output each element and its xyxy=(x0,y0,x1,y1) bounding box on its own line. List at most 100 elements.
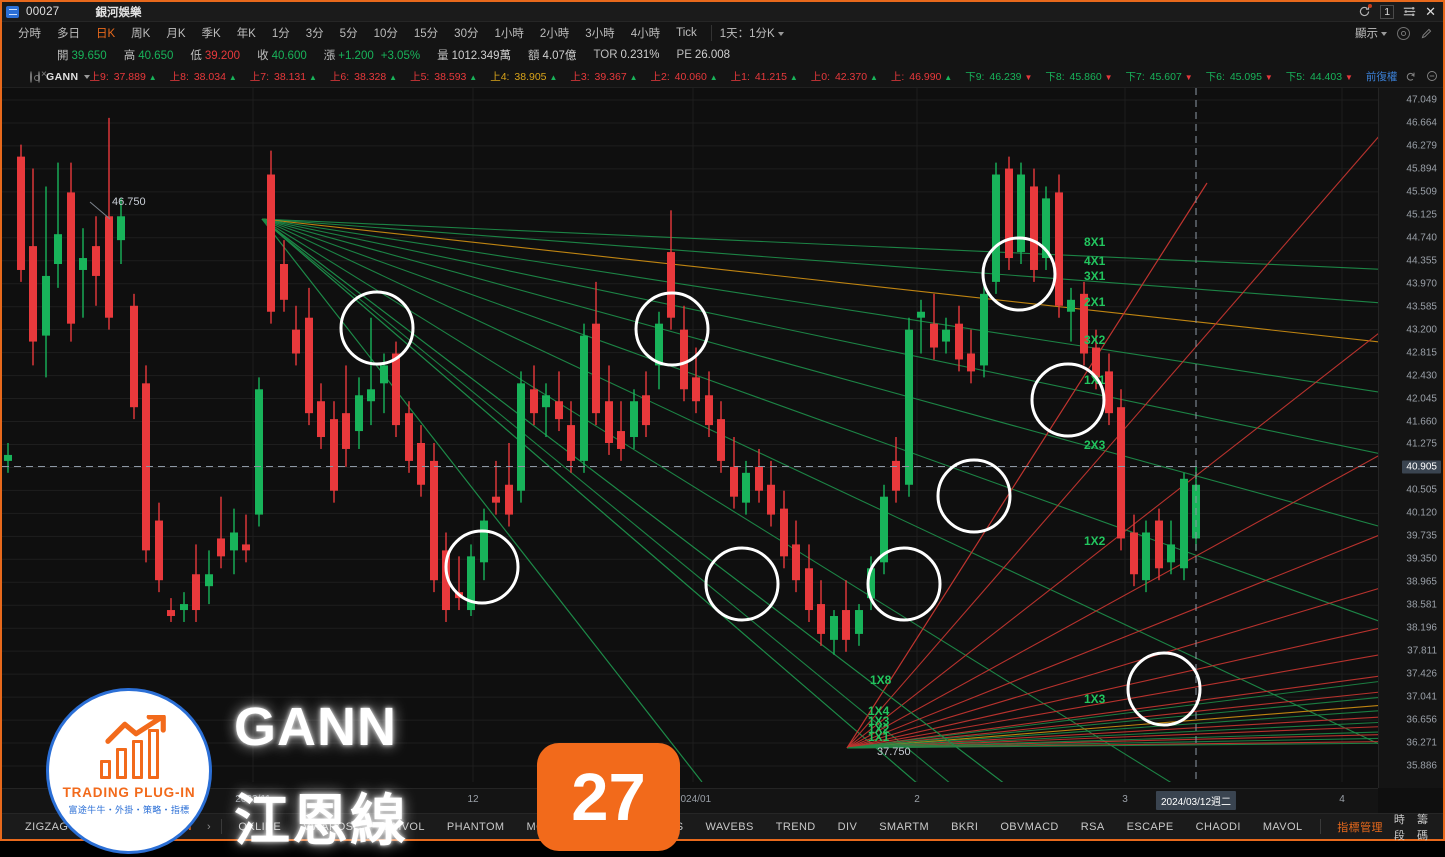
indicator-mavol[interactable]: MAVOL xyxy=(1252,821,1314,833)
period-item-13[interactable]: 1小時 xyxy=(486,25,531,41)
quote-2: 低 39.200 xyxy=(190,50,241,62)
indicator-phantom[interactable]: PHANTOM xyxy=(436,821,516,833)
divider xyxy=(1319,819,1321,834)
indicator-obvmacd[interactable]: OBVMACD xyxy=(989,821,1069,833)
candle xyxy=(930,293,938,360)
indicator-bkri[interactable]: BKRI xyxy=(940,821,989,833)
indicator-trend[interactable]: TREND xyxy=(765,821,827,833)
y-tick-26: 37.041 xyxy=(1406,691,1437,703)
gann-up-line-13 xyxy=(846,136,1378,749)
candle xyxy=(1042,186,1050,270)
refresh-icon[interactable] xyxy=(1358,4,1373,18)
highlight-circle-0 xyxy=(339,290,415,366)
indicator-wavebs[interactable]: WAVEBS xyxy=(695,821,765,833)
y-tick-21: 38.965 xyxy=(1406,576,1437,588)
candle xyxy=(67,162,75,342)
candlestick-canvas[interactable]: 46.750 37.750 8X1 4X13X1 2X1 3X2 1X1 2X3 1X2 1X3 1… xyxy=(2,88,1378,782)
indicator-more-icon[interactable]: › xyxy=(203,821,215,833)
candle xyxy=(330,401,338,503)
period-item-15[interactable]: 3小時 xyxy=(577,25,622,41)
period-item-4[interactable]: 月K xyxy=(158,25,193,41)
indicator-escape[interactable]: ESCAPE xyxy=(1116,821,1185,833)
indicator-chaodi[interactable]: CHAODI xyxy=(1185,821,1252,833)
period-item-9[interactable]: 5分 xyxy=(332,25,366,41)
undo-icon[interactable] xyxy=(1405,70,1418,83)
layout-count[interactable]: 1 xyxy=(1380,4,1395,19)
candle xyxy=(730,437,738,509)
gann-label-1X2-7: 1X2 xyxy=(1084,534,1106,548)
gann-level-0: 上9: 37.889 ▲ xyxy=(89,71,157,83)
price-axis[interactable]: 47.049 46.664 46.279 45.894 45.509 45.125 44.7… xyxy=(1378,88,1443,788)
status-item-1[interactable]: 籌碼 xyxy=(1417,811,1433,843)
gann-settings-icon[interactable] xyxy=(30,70,40,83)
indicator-div[interactable]: DIV xyxy=(827,821,869,833)
indicator-smartm[interactable]: SMARTM xyxy=(868,821,940,833)
period-item-12[interactable]: 30分 xyxy=(446,25,486,41)
gann-remove-icon[interactable] xyxy=(38,69,47,83)
indicator-指標管理[interactable]: 指標管理 xyxy=(1326,819,1394,835)
period-item-3[interactable]: 周K xyxy=(123,25,158,41)
candle xyxy=(117,198,125,265)
display-dropdown[interactable]: 顯示 xyxy=(1355,25,1387,41)
adjustment-label[interactable]: 前復權 xyxy=(1366,69,1398,84)
period-item-14[interactable]: 2小時 xyxy=(532,25,577,41)
gann-level-13: 下7: 45.607 ▼ xyxy=(1125,71,1193,83)
zoom-out-icon[interactable] xyxy=(1426,70,1439,83)
candle xyxy=(230,508,238,575)
crosshair-date-tag: 2024/03/12週二 xyxy=(1155,791,1237,810)
y-tick-1: 46.664 xyxy=(1406,117,1437,129)
candle xyxy=(480,508,488,581)
period-item-10[interactable]: 10分 xyxy=(366,25,406,41)
status-item-0[interactable]: 時段 xyxy=(1394,811,1410,843)
period-item-7[interactable]: 1分 xyxy=(264,25,298,41)
period-item-11[interactable]: 15分 xyxy=(406,25,446,41)
layout-icon[interactable] xyxy=(1403,5,1416,18)
highlight-circle-7 xyxy=(1030,362,1106,438)
candle xyxy=(717,401,725,473)
period-item-17[interactable]: Tick xyxy=(668,27,705,39)
candle xyxy=(180,592,188,622)
y-tick-4: 45.509 xyxy=(1406,186,1437,198)
period-item-1[interactable]: 多日 xyxy=(49,25,88,41)
candle xyxy=(830,610,838,655)
price-plot[interactable]: 46.750 37.750 8X1 4X1 3X1 2X1 3X2 1X1 2X3 1X2 1X3 1… xyxy=(2,88,1378,788)
candle xyxy=(17,144,25,282)
gann-level-3: 上6: 38.328 ▲ xyxy=(329,71,398,83)
candle xyxy=(1030,168,1038,282)
period-item-0[interactable]: 分時 xyxy=(10,25,49,41)
y-tick-8: 43.970 xyxy=(1406,278,1437,290)
gann-down-line-4 xyxy=(261,218,1378,454)
period-dropdown-icon[interactable] xyxy=(777,31,784,36)
period-item-5[interactable]: 季K xyxy=(194,25,229,41)
logo-title: TRADING PLUG-IN xyxy=(62,784,196,800)
settings-gear-icon[interactable] xyxy=(1397,26,1410,40)
period-item-8[interactable]: 3分 xyxy=(298,25,332,41)
y-tick-27: 36.656 xyxy=(1406,714,1437,726)
x-tick-5: 4 xyxy=(1339,794,1345,805)
close-icon[interactable]: ✕ xyxy=(1425,5,1436,18)
gann-level-1: 上8: 38.034 ▲ xyxy=(169,71,237,83)
candle xyxy=(405,401,413,473)
edit-pencil-icon[interactable] xyxy=(1420,27,1433,40)
chart-area[interactable]: 46.750 37.750 8X1 4X1 3X1 2X1 3X2 1X1 2X3 1X2 1X3 1… xyxy=(2,88,1443,854)
gann-level-14: 下6: 45.095 ▼ xyxy=(1205,71,1273,83)
gann-level-7: 上2: 40.060 ▲ xyxy=(650,71,718,83)
candle xyxy=(855,604,863,646)
gann-level-6: 上3: 39.367 ▲ xyxy=(570,71,638,83)
gann-indicator-bar: GANN 上9: 37.889 ▲ 上8: 38.034 ▲ 上7: 38.131 … xyxy=(2,66,1443,88)
symbol-code: 00027 xyxy=(26,5,60,18)
candle xyxy=(955,305,963,372)
divider xyxy=(220,819,222,834)
indicator-rsa[interactable]: RSA xyxy=(1070,821,1116,833)
candle xyxy=(992,162,1000,294)
period-item-16[interactable]: 4小時 xyxy=(623,25,668,41)
period-item-2[interactable]: 日K xyxy=(88,25,123,41)
gann-down-line-0 xyxy=(261,218,1378,270)
candle xyxy=(305,287,313,426)
quote-5: 量 1012.349萬 xyxy=(437,50,512,62)
candle xyxy=(367,317,375,426)
period-item-18[interactable]: 1天：1分K xyxy=(710,25,792,41)
candle xyxy=(105,117,113,330)
period-item-6[interactable]: 年K xyxy=(229,25,264,41)
gann-indicator-name[interactable]: GANN xyxy=(46,71,79,83)
